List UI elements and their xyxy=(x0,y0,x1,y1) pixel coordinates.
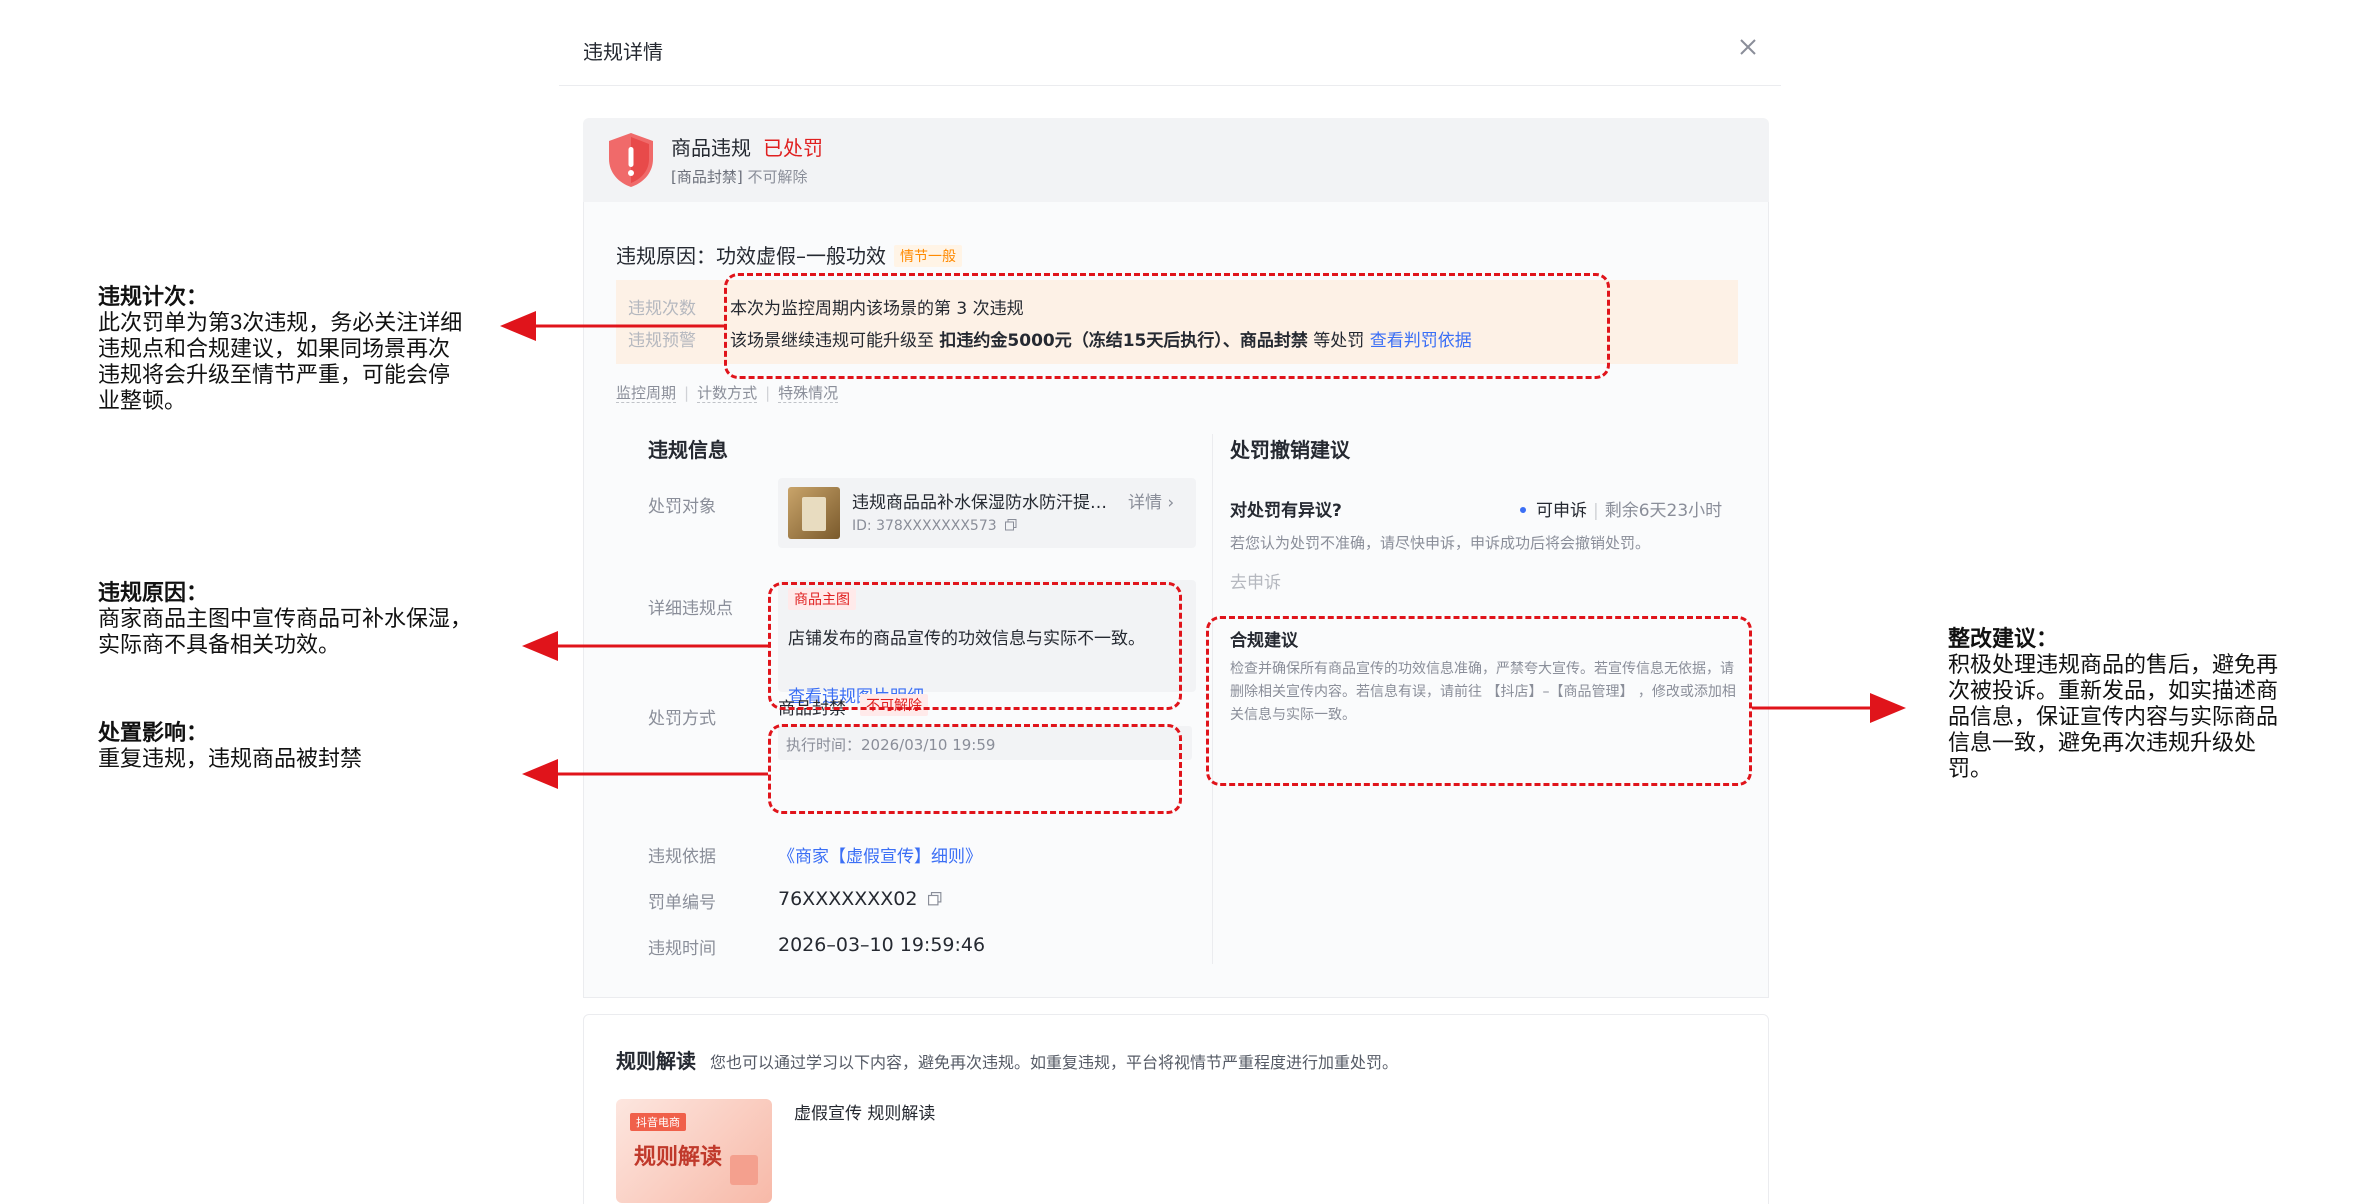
highlight-detail-point xyxy=(768,582,1182,710)
help-link-monitor-period[interactable]: 监控周期 xyxy=(616,384,677,403)
appeal-button[interactable]: 去申诉 xyxy=(1230,568,1281,593)
violation-reason-label: 违规原因：功效虚假–一般功效 xyxy=(616,244,886,268)
annotation-count-line: 违规将会升级至情节严重，可能会停 xyxy=(98,362,451,387)
annotation-count-line: 业整顿。 xyxy=(98,388,187,413)
rule-title: 规则解读 xyxy=(616,1049,696,1073)
annotation-advice-line: 品信息，保证宣传内容与实际商品 xyxy=(1948,704,2279,729)
copy-icon[interactable] xyxy=(927,892,942,906)
annotation-advice: 整改建议： 积极处理违规商品的售后，避免再 次被投诉。重新发品，如实描述商 品信… xyxy=(1948,626,2278,782)
basis-label: 违规依据 xyxy=(648,847,716,867)
product-thumbnail xyxy=(788,487,840,539)
alert-label: 违规预警 xyxy=(628,331,696,351)
copy-icon[interactable] xyxy=(1005,519,1017,531)
annotation-impact: 处置影响： 重复违规，违规商品被封禁 xyxy=(98,720,362,772)
annotation-count-line: 违规点和合规建议，如果同场景再次 xyxy=(98,336,451,361)
violation-info-title: 违规信息 xyxy=(648,438,728,462)
close-icon[interactable] xyxy=(1737,36,1759,58)
rule-item-title[interactable]: 虚假宣传 规则解读 xyxy=(794,1099,935,1124)
target-label: 处罚对象 xyxy=(648,497,716,517)
status-subtitle: [商品封禁] 不可解除 xyxy=(671,166,808,187)
highlight-penalty-method xyxy=(768,724,1182,814)
violation-basis-link[interactable]: 《商家【虚假宣传】细则》 xyxy=(778,842,982,867)
method-label: 处罚方式 xyxy=(648,709,716,729)
product-name: 违规商品品补水保湿防水防汗提… xyxy=(852,493,1107,513)
modal-header: 违规详情 xyxy=(559,26,1781,86)
order-number: 76XXXXXXX02 xyxy=(778,888,942,910)
rule-thumbnail[interactable]: 抖音电商 规则解读 xyxy=(616,1099,772,1203)
status-card: 商品违规 已处罚 [商品封禁] 不可解除 xyxy=(583,118,1769,202)
product-detail-label: 详情 xyxy=(1128,493,1162,513)
appeal-question: 对处罚有异议? xyxy=(1230,501,1342,521)
time-label: 违规时间 xyxy=(648,939,716,959)
highlight-count-warning xyxy=(724,273,1610,379)
rule-thumb-text: 规则解读 xyxy=(634,1145,723,1170)
annotation-reason-title: 违规原因： xyxy=(98,580,209,605)
appeal-status: 可申诉 | 剩余6天23小时 xyxy=(1520,496,1722,521)
annotation-advice-line: 次被投诉。重新发品，如实描述商 xyxy=(1948,678,2279,703)
violation-time: 2026–03–10 19:59:46 xyxy=(778,934,986,956)
appeal-status-text: 可申诉 xyxy=(1536,501,1587,521)
rule-description: 您也可以通过学习以下内容，避免再次违规。如重复违规，平台将视情节严重程度进行加重… xyxy=(710,1053,1399,1072)
annotation-reason-line: 实际商不具备相关功效。 xyxy=(98,632,341,657)
annotation-advice-line: 信息一致，避免再次违规升级处 xyxy=(1948,730,2257,755)
annotation-count-title: 违规计次： xyxy=(98,284,209,309)
status-sub-bracket: [商品封禁] xyxy=(671,168,743,186)
rule-thumb-brand: 抖音电商 xyxy=(630,1113,686,1131)
annotation-reason: 违规原因： 商家商品主图中宣传商品可补水保湿， 实际商不具备相关功效。 xyxy=(98,580,472,658)
modal-title: 违规详情 xyxy=(583,40,663,64)
product-card[interactable]: 违规商品品补水保湿防水防汗提… 详情 › ID: 378XXXXXXX573 xyxy=(778,478,1196,548)
help-links: 监控周期 | 计数方式 | 特殊情况 xyxy=(616,384,839,403)
status-tag: 已处罚 xyxy=(763,136,823,160)
annotation-advice-line: 积极处理违规商品的售后，避免再 xyxy=(1948,652,2279,677)
revoke-suggestion-title: 处罚撤销建议 xyxy=(1230,438,1350,462)
product-id: ID: 378XXXXXXX573 xyxy=(852,518,1017,534)
shield-icon xyxy=(609,133,653,187)
status-sub-note: 不可解除 xyxy=(747,168,808,186)
product-id-text: ID: 378XXXXXXX573 xyxy=(852,518,997,534)
annotation-reason-line: 商家商品主图中宣传商品可补水保湿， xyxy=(98,606,473,631)
annotation-count-line: 此次罚单为第3次违规，务必关注详细 xyxy=(98,310,463,335)
annotation-advice-line: 罚。 xyxy=(1948,756,1993,781)
annotation-impact-title: 处置影响： xyxy=(98,720,209,745)
count-label: 违规次数 xyxy=(628,299,696,319)
status-title: 商品违规 xyxy=(671,136,751,160)
appeal-description: 若您认为处罚不准确，请尽快申诉，申诉成功后将会撤销处罚。 xyxy=(1230,534,1651,552)
violation-reason: 违规原因：功效虚假–一般功效 情节一般 xyxy=(616,240,962,269)
status-dot-icon xyxy=(1520,507,1526,513)
highlight-compliance xyxy=(1206,616,1752,786)
severity-badge: 情节一般 xyxy=(894,245,962,267)
annotation-count: 违规计次： 此次罚单为第3次违规，务必关注详细 违规点和合规建议，如果同场景再次… xyxy=(98,284,462,414)
order-number-text: 76XXXXXXX02 xyxy=(778,888,918,910)
appeal-remaining-time: 剩余6天23小时 xyxy=(1604,501,1723,521)
product-detail-link[interactable]: 详情 › xyxy=(1128,488,1174,513)
help-link-special-cases[interactable]: 特殊情况 xyxy=(778,384,839,403)
rule-interpretation-card: 规则解读 您也可以通过学习以下内容，避免再次违规。如重复违规，平台将视情节严重程… xyxy=(583,1014,1769,1204)
annotation-advice-title: 整改建议： xyxy=(1948,626,2059,651)
order-label: 罚单编号 xyxy=(648,893,716,913)
help-link-count-method[interactable]: 计数方式 xyxy=(697,384,758,403)
chevron-right-icon: › xyxy=(1167,493,1175,513)
annotation-impact-line: 重复违规，违规商品被封禁 xyxy=(98,746,363,771)
document-icon xyxy=(730,1155,758,1185)
detail-label: 详细违规点 xyxy=(648,599,733,619)
